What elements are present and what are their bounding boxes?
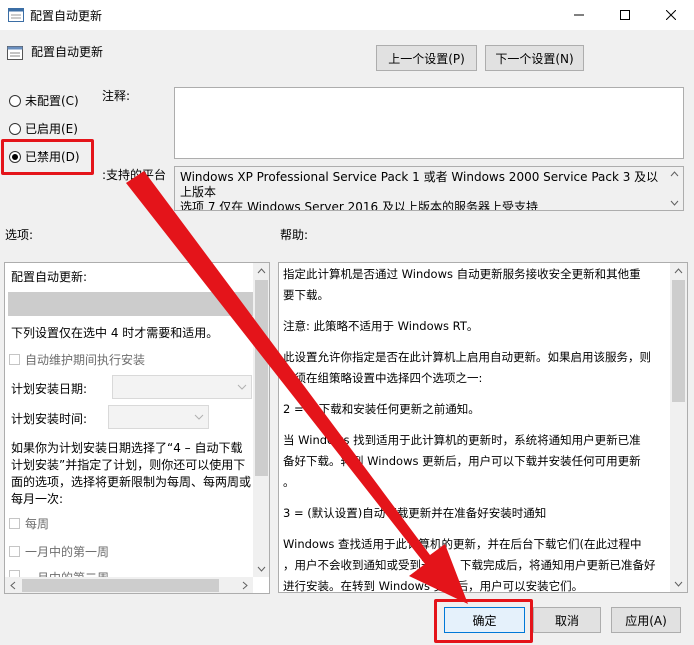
policy-window-icon	[8, 8, 24, 22]
help-line: 注意: 此策略不适用于 Windows RT。	[283, 319, 479, 333]
maintenance-checkbox-label: 自动维护期间执行安装	[25, 353, 146, 367]
help-line: 2 = 在下载和安装任何更新之前通知。	[283, 402, 480, 416]
apply-button[interactable]: 应用(A)	[611, 607, 681, 633]
schedule-time-label: 计划安装时间:	[11, 412, 88, 426]
platform-text-cut: 选项 7 仅在 Windows Server 2016 及以上版本的服务器上受支…	[180, 200, 538, 211]
first-week-checkbox-row[interactable]: 一月中的第一周	[9, 543, 109, 560]
schedule-day-dropdown[interactable]	[112, 375, 252, 399]
chevron-down-icon	[194, 414, 204, 420]
help-spacer	[283, 337, 668, 347]
help-line: 3 = (默认设置)自动下载更新并在准备好安装时通知	[283, 506, 547, 520]
platform-label-text: 支持的平台:	[102, 168, 167, 182]
platform-scrollbar[interactable]	[666, 167, 683, 210]
paragraph-line: 计划安装”并指定了计划，则你还可以使用下	[11, 458, 246, 472]
weekly-checkbox-row[interactable]: 每周	[9, 515, 49, 532]
schedule-time-dropdown[interactable]	[108, 405, 209, 429]
maintenance-checkbox-row[interactable]: 自动维护期间执行安装	[9, 351, 145, 368]
second-week-checkbox-row[interactable]: 一月中的第二周	[9, 569, 109, 577]
help-spacer	[283, 306, 668, 316]
highlight-box-ok	[434, 599, 533, 643]
checkbox	[9, 570, 20, 577]
next-setting-button[interactable]: 下一个设置(N)	[485, 45, 584, 71]
scroll-arrows-icon	[670, 171, 679, 206]
help-spacer	[283, 493, 668, 503]
setting-header: 配置自动更新	[31, 45, 104, 59]
platform-text: Windows XP Professional Service Pack 1 或…	[180, 170, 659, 199]
help-spacer	[283, 420, 668, 430]
checkbox	[9, 354, 20, 365]
scroll-up-icon	[674, 268, 683, 274]
radio-circle	[9, 122, 21, 135]
maximize-button[interactable]	[602, 0, 648, 30]
minimize-icon	[574, 14, 584, 16]
weekly-checkbox-label: 每周	[25, 517, 50, 531]
help-section-label: 帮助:	[280, 228, 309, 242]
scroll-up-icon	[257, 268, 266, 274]
options-hscroll-thumb[interactable]	[22, 579, 219, 592]
checkbox	[9, 518, 20, 529]
maximize-icon	[620, 10, 630, 20]
minimize-button[interactable]	[556, 0, 602, 30]
schedule-day-label: 计划安装日期:	[11, 382, 88, 396]
config-dropdown[interactable]	[8, 292, 253, 316]
help-line: 必须在组策略设置中选择四个选项之一:	[283, 371, 483, 385]
options-panel: 配置自动更新: 下列设置仅在选中 4 时才需要和适用。 自动维护期间执行安装 计…	[4, 262, 270, 594]
radio-label: 未配置(C)	[25, 94, 79, 108]
options-section-label: 选项:	[5, 228, 34, 242]
help-spacer	[283, 524, 668, 534]
help-line: 进行安装。在转到 Windows 更新后，用户可以安装它们。	[283, 579, 584, 593]
radio-not-configured[interactable]: 未配置(C)	[9, 92, 79, 109]
help-line: 当 Windows 找到适用于此计算机的更新时，系统将通知用户更新已准	[283, 433, 641, 447]
platform-label: 支持的平台:	[102, 166, 167, 183]
window-title: 配置自动更新	[30, 9, 103, 23]
options-vscroll-thumb[interactable]	[255, 280, 268, 476]
help-line: Windows 查找适用于此计算机的更新，并在后台下载它们(在此过程中	[283, 537, 642, 551]
scroll-left-icon	[10, 581, 16, 590]
close-icon	[666, 10, 676, 20]
setting-icon	[7, 46, 23, 60]
scroll-down-icon	[674, 581, 683, 587]
radio-enabled[interactable]: 已启用(E)	[9, 120, 78, 137]
close-button[interactable]	[648, 0, 694, 30]
chevron-down-icon	[237, 384, 247, 390]
options-note: 下列设置仅在选中 4 时才需要和适用。	[11, 326, 219, 340]
help-line: ，用户不会收到通知或受到干扰)。下载完成后，将通知用户更新已准备好	[283, 558, 656, 572]
help-panel: 指定此计算机是否通过 Windows 自动更新服务接收安全更新和其他重 要下载。…	[278, 262, 688, 593]
options-title: 配置自动更新:	[11, 270, 88, 284]
paragraph-line: 每月一次:	[11, 492, 64, 506]
radio-label: 已启用(E)	[25, 122, 78, 136]
options-vscrollbar[interactable]	[253, 263, 269, 577]
first-week-checkbox-label: 一月中的第一周	[25, 545, 110, 559]
radio-circle	[9, 94, 21, 107]
help-spacer	[283, 389, 668, 399]
scroll-right-icon	[242, 581, 248, 590]
comment-textarea[interactable]	[174, 87, 684, 159]
platform-box: Windows XP Professional Service Pack 1 或…	[174, 166, 684, 211]
paragraph-line: 如果你为计划安装日期选择了“4 – 自动下载	[11, 441, 243, 455]
help-vscrollbar[interactable]	[670, 263, 687, 592]
checkbox	[9, 546, 20, 557]
options-hscrollbar[interactable]	[5, 577, 253, 593]
cancel-button[interactable]: 取消	[533, 607, 601, 633]
help-line: 指定此计算机是否通过 Windows 自动更新服务接收安全更新和其他重	[283, 267, 641, 281]
help-line: 备好下载。转到 Windows 更新后，用户可以下载并安装任何可用更新	[283, 454, 641, 468]
paragraph-line: 面的选项，选择将更新限制为每周、每两周或	[11, 475, 252, 489]
help-line: 。	[283, 475, 295, 489]
prev-setting-button[interactable]: 上一个设置(P)	[376, 45, 477, 71]
second-week-checkbox-label: 一月中的第二周	[25, 569, 109, 577]
highlight-box-disabled	[1, 139, 94, 175]
help-line: 要下载。	[283, 288, 329, 302]
help-line: 此设置允许你指定是否在此计算机上启用自动更新。如果启用该服务，则	[283, 350, 651, 364]
scroll-down-icon	[257, 566, 266, 572]
help-text: 指定此计算机是否通过 Windows 自动更新服务接收安全更新和其他重 要下载。…	[283, 264, 668, 593]
options-paragraph: 如果你为计划安装日期选择了“4 – 自动下载 计划安装”并指定了计划，则你还可以…	[11, 440, 261, 508]
help-vscroll-thumb[interactable]	[672, 280, 685, 402]
comment-label: 注释:	[102, 89, 131, 103]
